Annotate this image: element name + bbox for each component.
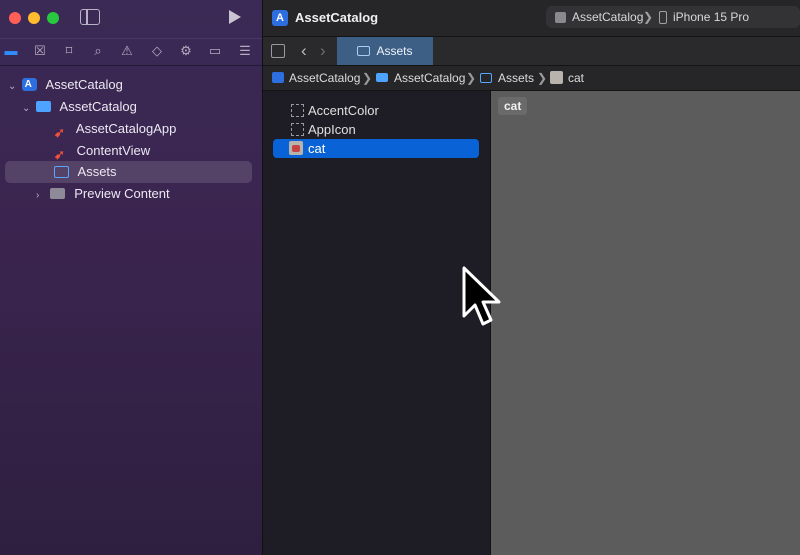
warning-icon[interactable]: ⚠ xyxy=(119,43,135,59)
asset-label: AccentColor xyxy=(308,103,379,118)
color-set-icon xyxy=(291,104,304,117)
tree-item-assets[interactable]: Assets xyxy=(5,161,252,183)
tree-item-label: Preview Content xyxy=(74,186,170,201)
asset-item-appicon[interactable]: AppIcon xyxy=(273,120,479,139)
chevron-down-icon[interactable]: ⌄ xyxy=(22,98,32,120)
window-toolbar: AssetCatalog AssetCatalog ❯ iPhone 15 Pr… xyxy=(263,0,800,37)
tree-item-label: AssetCatalog xyxy=(45,77,123,92)
jumpbar-item[interactable]: AssetCatalog xyxy=(394,66,465,90)
chevron-right-icon[interactable]: › xyxy=(36,185,46,207)
chevron-right-icon: ❯ xyxy=(362,71,373,85)
navigator-sidebar: ▬ ☒ ⌑ ⌕ ⚠ ◇ ⚙ ▭ ☰ ⌄ AssetCatalog ⌄ Asset… xyxy=(0,0,262,555)
zoom-window-button[interactable] xyxy=(47,12,59,24)
mouse-cursor-icon xyxy=(462,266,501,326)
source-control-icon[interactable]: ☒ xyxy=(32,43,48,59)
navigator-tab-bar: ▬ ☒ ⌑ ⌕ ⚠ ◇ ⚙ ▭ ☰ xyxy=(0,38,262,66)
project-icon xyxy=(21,74,37,96)
folder-icon[interactable]: ▬ xyxy=(3,43,19,59)
asset-name-badge: cat xyxy=(498,97,528,115)
chevron-right-icon: ❯ xyxy=(537,71,548,85)
window-title: AssetCatalog xyxy=(295,10,379,25)
run-destination[interactable]: iPhone 15 Pro xyxy=(673,6,749,28)
bookmark-icon[interactable]: ⌑ xyxy=(61,43,77,59)
close-window-button[interactable] xyxy=(9,12,21,24)
tree-item-group[interactable]: › Preview Content xyxy=(36,183,170,205)
jumpbar-item[interactable]: Assets xyxy=(498,66,534,90)
asset-label: AppIcon xyxy=(308,122,356,137)
tree-item-project[interactable]: ⌄ AssetCatalog xyxy=(8,74,123,96)
image-set-icon xyxy=(289,141,303,155)
tree-item-label: Assets xyxy=(77,164,117,179)
folder-icon xyxy=(35,101,51,113)
scheme-target[interactable]: AssetCatalog xyxy=(572,6,643,28)
jumpbar-item[interactable]: cat xyxy=(568,66,584,90)
sidebar-toggle-icon[interactable] xyxy=(80,9,100,25)
swift-icon: ➹ xyxy=(54,147,65,163)
report-icon[interactable]: ☰ xyxy=(237,43,253,59)
breakpoint-icon[interactable]: ▭ xyxy=(207,43,223,59)
asset-list: AccentColor AppIcon cat xyxy=(263,91,491,555)
grid-icon[interactable] xyxy=(271,44,285,58)
tab-assets[interactable]: Assets xyxy=(337,37,433,65)
asset-catalog-icon xyxy=(480,73,492,83)
chevron-right-icon: ❯ xyxy=(643,10,654,24)
chevron-right-icon: ❯ xyxy=(466,71,477,85)
folder-icon xyxy=(49,188,65,200)
minimize-window-button[interactable] xyxy=(28,12,40,24)
app-target-icon xyxy=(555,12,566,23)
scheme-selector[interactable]: AssetCatalog ❯ iPhone 15 Pro xyxy=(546,6,800,28)
tree-item-label: ContentView xyxy=(76,143,151,158)
asset-detail-canvas[interactable]: cat xyxy=(491,91,800,555)
editor-area: AssetCatalog AssetCatalog ❯ iPhone 15 Pr… xyxy=(263,0,800,555)
swift-icon: ➹ xyxy=(54,125,65,141)
chevron-right-icon[interactable]: › xyxy=(320,41,326,61)
iphone-icon xyxy=(659,11,667,24)
app-icon-set-icon xyxy=(291,123,304,136)
chevron-down-icon[interactable]: ⌄ xyxy=(8,76,18,98)
search-icon[interactable]: ⌕ xyxy=(90,43,106,59)
tree-item-group[interactable]: ⌄ AssetCatalog xyxy=(22,96,137,118)
jumpbar-item[interactable]: AssetCatalog xyxy=(289,66,360,90)
tree-item-file[interactable]: ➹ AssetCatalogApp xyxy=(52,118,176,140)
image-set-icon xyxy=(550,71,563,84)
test-icon[interactable]: ◇ xyxy=(149,43,165,59)
project-icon xyxy=(272,72,284,83)
tab-label: Assets xyxy=(376,44,413,58)
project-icon xyxy=(272,10,288,26)
debug-icon[interactable]: ⚙ xyxy=(178,43,194,59)
asset-item-accentcolor[interactable]: AccentColor xyxy=(273,101,479,120)
folder-icon xyxy=(376,73,388,82)
run-icon[interactable] xyxy=(229,10,241,24)
window-toolbar-left xyxy=(0,0,262,36)
jump-bar: AssetCatalog ❯ AssetCatalog ❯ Assets ❯ c… xyxy=(263,66,800,91)
asset-catalog-icon xyxy=(357,45,371,56)
asset-catalog-icon xyxy=(53,165,69,178)
tree-item-label: AssetCatalog xyxy=(59,99,137,114)
chevron-left-icon[interactable]: ‹ xyxy=(301,41,307,61)
tree-item-file[interactable]: ➹ ContentView xyxy=(52,140,150,162)
tree-item-label: AssetCatalogApp xyxy=(75,121,177,136)
editor-tab-bar: ‹ › Assets xyxy=(263,37,800,66)
asset-label: cat xyxy=(308,141,326,156)
asset-item-cat[interactable]: cat xyxy=(273,139,479,158)
